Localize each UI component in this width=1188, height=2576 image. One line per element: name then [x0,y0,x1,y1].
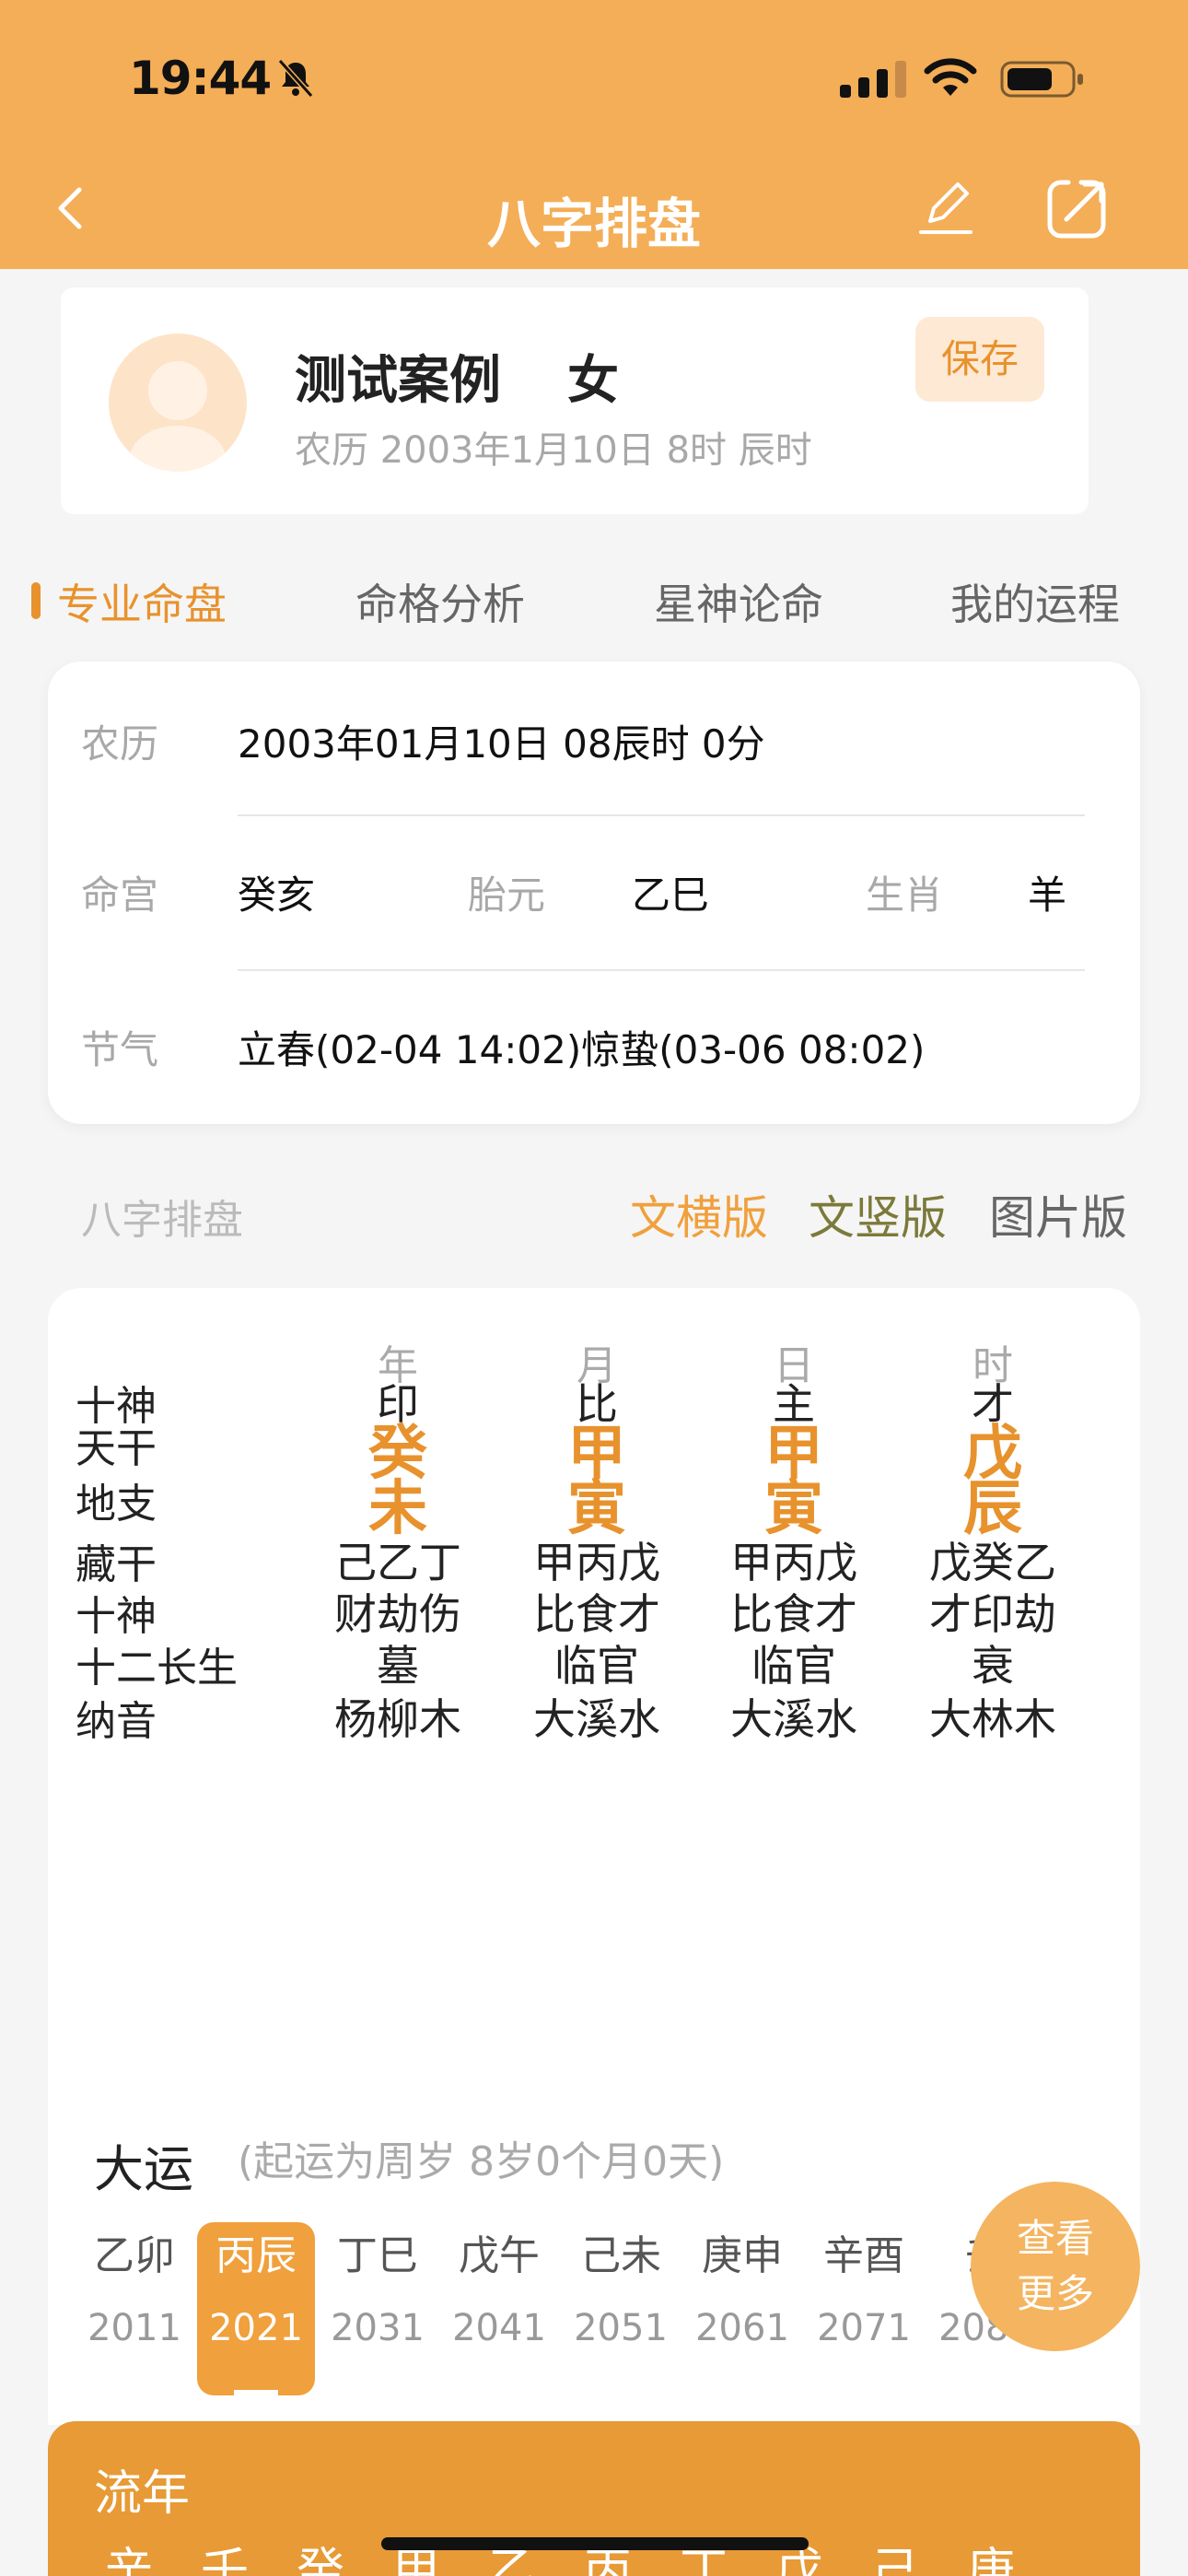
bazi-cell: 临官 [751,1641,836,1691]
dayun-item[interactable]: 戊午 2041 [440,2222,558,2349]
birth-info-card: 农历 2003年01月10日 08辰时 0分 命宫 癸亥 胎元 乙巳 生肖 羊 … [48,662,1140,1124]
liunian-title: 流年 [94,2466,191,2522]
divider [238,814,1085,816]
view-more-line1: 查看 [1016,2216,1094,2261]
bazi-cell: 临官 [554,1641,639,1691]
bazi-cell: 大溪水 [533,1694,660,1744]
dayun-year: 2011 [87,2307,181,2349]
dayun-year: 2051 [574,2307,668,2349]
person-avatar-icon [130,361,226,472]
bazi-cell: 大林木 [929,1694,1056,1744]
dayun-year: 2021 [209,2307,303,2349]
dayun-year: 2061 [695,2307,789,2349]
mute-bell-icon [277,58,314,99]
version-vertical-button[interactable]: 文竖版 [809,1181,947,1247]
liunian-item[interactable]: 壬 [201,2532,249,2576]
share-export-icon[interactable] [1044,177,1109,241]
dayun-ganzhi: 辛酉 [823,2232,904,2279]
bazi-cell: 杨柳木 [334,1694,461,1744]
liunian-item[interactable]: 己 [871,2532,919,2576]
dayun-item[interactable]: 己未 2051 [562,2222,680,2349]
row-label: 藏干 [76,1541,157,1588]
top-bar: 19:44 八字排盘 [0,0,1188,269]
edit-pencil-icon[interactable] [917,175,976,240]
tab-bar: 专业命盘 命格分析 星神论命 我的运程 [0,562,1188,636]
version-horizontal-button[interactable]: 文横版 [630,1181,768,1247]
tab-destiny-analysis[interactable]: 命格分析 [355,571,525,632]
liunian-item[interactable]: 癸 [297,2532,344,2576]
profile-gender: 女 [567,351,619,411]
battery-icon [1000,61,1083,98]
dayun-ganzhi: 丙辰 [215,2232,297,2279]
dayun-item[interactable]: 丁巳 2031 [319,2222,437,2349]
dayun-item[interactable]: 辛酉 2071 [805,2222,923,2349]
dayun-start-note: (起运为周岁 8岁0个月0天) [238,2138,725,2185]
tab-professional-chart[interactable]: 专业命盘 [57,571,227,632]
profile-name: 测试案例 [295,351,501,411]
bazi-table: 年 月 日 时 十神印比主才天干癸甲甲戊地支未寅寅辰藏干 己乙丁 甲丙戊 甲丙戊 戊癸乙… [48,1288,1140,2102]
liunian-item[interactable]: 庚 [967,2532,1015,2576]
shengxiao-value: 羊 [1028,872,1067,918]
dayun-item[interactable]: 庚申 2061 [683,2222,801,2349]
tab-star-reading[interactable]: 星神论命 [654,571,823,632]
dayun-year: 2071 [817,2307,911,2349]
row-label: 纳音 [76,1698,157,1745]
liunian-section: 流年 辛壬癸甲乙丙丁戊己庚 [48,2421,1140,2576]
dayun-ganzhi: 戊午 [459,2232,540,2279]
home-indicator[interactable] [381,2537,809,2550]
shengxiao-label: 生肖 [866,872,944,918]
bazi-cell: 大溪水 [730,1694,857,1744]
taiyuan-value: 乙巳 [632,872,710,918]
minggong-label: 命宫 [81,872,159,918]
lunar-value: 2003年01月10日 08辰时 0分 [238,721,765,767]
dayun-ganzhi: 庚申 [702,2232,783,2279]
minggong-value: 癸亥 [238,872,316,918]
cellular-signal-icon [840,61,906,98]
taiyuan-label: 胎元 [468,872,546,918]
jieqi-value: 立春(02-04 14:02)惊蛰(03-06 08:02) [238,1027,926,1072]
jieqi-label: 节气 [81,1027,159,1072]
bazi-cell: 衰 [972,1641,1014,1691]
lunar-label: 农历 [81,721,159,767]
dayun-ganzhi: 乙卯 [94,2232,175,2279]
wifi-icon [924,58,977,96]
dayun-ganzhi: 丁巳 [337,2232,418,2279]
status-time: 19:44 [129,52,272,105]
dayun-selected-notch [234,2390,278,2418]
page-title: 八字排盘 [486,193,701,255]
section-title: 八字排盘 [81,1197,243,1244]
row-label: 十神 [76,1593,157,1640]
profile-birth-date: 农历 2003年1月10日 8时 辰时 [295,429,812,472]
bazi-cell: 墓 [377,1641,419,1691]
tab-my-fortune[interactable]: 我的运程 [950,571,1120,632]
dayun-year: 2041 [452,2307,546,2349]
version-image-button[interactable]: 图片版 [989,1181,1127,1247]
row-label: 天干 [76,1425,157,1472]
view-more-button[interactable]: 查看 更多 [971,2182,1140,2351]
dayun-item[interactable]: 丙辰 2021 [197,2222,315,2349]
dayun-item[interactable]: 乙卯 2011 [76,2222,193,2349]
row-label: 地支 [76,1481,157,1528]
view-more-line2: 更多 [1016,2271,1094,2316]
profile-card: 测试案例 女 农历 2003年1月10日 8时 辰时 保存 [61,287,1089,514]
save-button[interactable]: 保存 [915,317,1044,402]
dayun-ganzhi: 己未 [580,2232,661,2279]
dayun-title: 大运 [94,2140,193,2198]
avatar [109,334,247,472]
tab-indicator [31,582,41,619]
row-label: 十二长生 [76,1645,238,1692]
liunian-item[interactable]: 辛 [105,2532,153,2576]
divider [238,969,1085,971]
dayun-year: 2031 [331,2307,425,2349]
